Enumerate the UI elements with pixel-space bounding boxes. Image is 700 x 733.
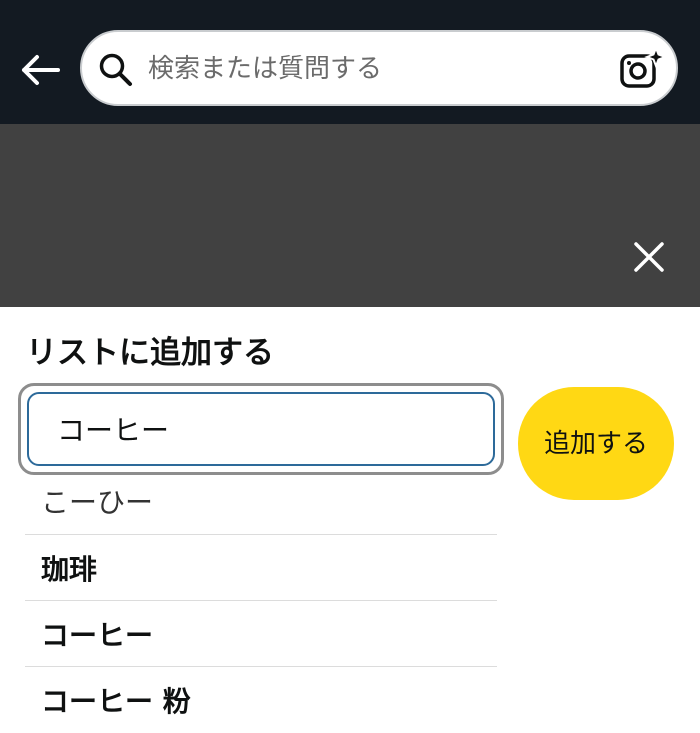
search-input[interactable] (148, 46, 588, 92)
dimmed-overlay (0, 124, 700, 307)
item-name-input[interactable] (27, 392, 495, 466)
arrow-left-icon (22, 55, 60, 85)
close-icon (634, 242, 664, 272)
suggestion-item[interactable]: コーヒー 粉 (25, 667, 497, 733)
panel-title: リストに追加する (26, 335, 274, 371)
item-input-focus-ring (18, 383, 504, 475)
search-icon (99, 53, 132, 86)
suggestion-item[interactable]: 珈琲 (25, 535, 497, 601)
back-button[interactable] (18, 48, 62, 92)
suggestion-list: こーひー 珈琲 コーヒー コーヒー 粉 (25, 468, 497, 733)
camera-sparkle-icon (620, 45, 668, 88)
add-to-list-panel: リストに追加する 追加する こーひー 珈琲 コーヒー コーヒー 粉 (0, 307, 700, 732)
top-header (0, 0, 700, 124)
camera-search-button[interactable] (618, 45, 668, 94)
search-bar[interactable] (80, 30, 678, 106)
close-button[interactable] (626, 234, 672, 280)
add-button[interactable]: 追加する (518, 387, 674, 500)
suggestion-item[interactable]: コーヒー (25, 601, 497, 667)
suggestion-item[interactable]: こーひー (25, 468, 497, 535)
